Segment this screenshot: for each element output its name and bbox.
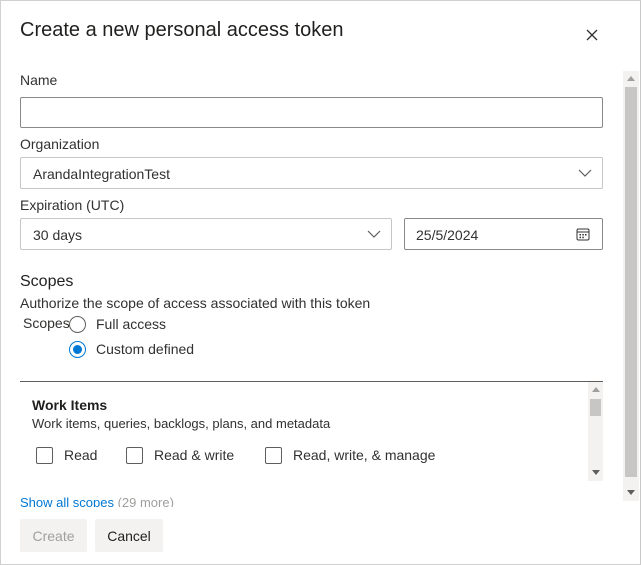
- checkbox[interactable]: [126, 446, 143, 464]
- scopes-scrollbar[interactable]: [588, 382, 603, 481]
- radio-full-access[interactable]: Full access: [69, 314, 166, 334]
- expiration-value: 30 days: [33, 227, 83, 243]
- chevron-down-icon: [367, 230, 381, 238]
- scroll-up-arrow-icon[interactable]: [592, 387, 600, 392]
- scopes-title: Scopes: [20, 273, 74, 290]
- checkbox[interactable]: [265, 446, 282, 464]
- scroll-up-arrow-icon[interactable]: [627, 76, 635, 81]
- radio-button-selected[interactable]: [69, 340, 86, 358]
- expiration-date-picker[interactable]: 25/5/2024: [404, 218, 603, 250]
- show-all-scopes-link[interactable]: Show all scopes (29 more): [20, 495, 174, 507]
- scroll-down-arrow-icon[interactable]: [592, 470, 600, 475]
- organization-label: Organization: [20, 136, 100, 152]
- radio-label: Full access: [96, 316, 167, 332]
- radio-custom-defined[interactable]: Custom defined: [69, 339, 194, 359]
- scopes-description: Authorize the scope of access associated…: [20, 295, 371, 311]
- work-items-description: Work items, queries, backlogs, plans, an…: [32, 416, 331, 431]
- checkbox-label: Read & write: [154, 447, 235, 463]
- scopes-list-panel: Work Items Work items, queries, backlogs…: [20, 381, 603, 481]
- checkbox-label: Read, write, & manage: [293, 447, 436, 463]
- checkbox-read[interactable]: Read: [36, 446, 97, 464]
- scrollbar-thumb[interactable]: [590, 399, 601, 416]
- checkbox-read-write[interactable]: Read & write: [126, 446, 234, 464]
- dialog-title: Create a new personal access token: [20, 19, 344, 41]
- radio-label: Custom defined: [96, 341, 195, 357]
- expiration-label: Expiration (UTC): [20, 197, 125, 213]
- checkbox-label: Read: [64, 447, 98, 463]
- work-items-title: Work Items: [32, 397, 108, 413]
- checkbox[interactable]: [36, 446, 53, 464]
- chevron-down-icon: [578, 169, 592, 177]
- calendar-icon[interactable]: [576, 227, 590, 241]
- scopes-radio-group-label: Scopes: [23, 315, 70, 331]
- scroll-down-arrow-icon[interactable]: [627, 490, 635, 495]
- create-token-dialog: Create a new personal access token Name …: [0, 0, 641, 565]
- create-button[interactable]: Create: [20, 519, 87, 552]
- radio-button[interactable]: [69, 315, 86, 333]
- show-all-scopes-count: (29 more): [117, 495, 174, 507]
- dialog-scrollbar[interactable]: [623, 71, 639, 501]
- expiration-dropdown[interactable]: 30 days: [20, 218, 392, 250]
- close-icon[interactable]: [584, 27, 600, 43]
- scrollbar-thumb[interactable]: [625, 87, 637, 477]
- name-input[interactable]: [20, 97, 603, 128]
- name-label: Name: [20, 72, 58, 88]
- cancel-button[interactable]: Cancel: [95, 519, 163, 552]
- organization-dropdown[interactable]: ArandaIntegrationTest: [20, 157, 603, 189]
- expiration-date-value: 25/5/2024: [416, 227, 479, 243]
- organization-value: ArandaIntegrationTest: [33, 166, 170, 182]
- show-all-scopes-text: Show all scopes: [20, 495, 114, 507]
- checkbox-read-write-manage[interactable]: Read, write, & manage: [265, 446, 435, 464]
